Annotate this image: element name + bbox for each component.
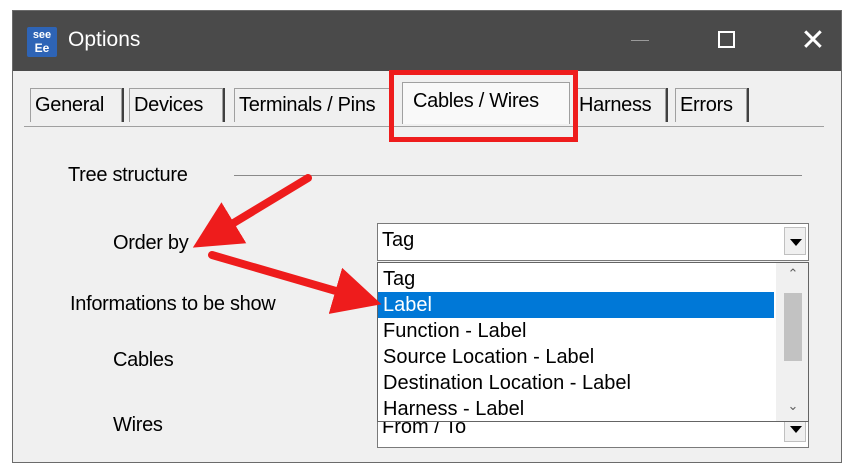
annotation-arrow-to-order-by [192,174,312,248]
annotation-arrow-to-label-option [208,251,382,314]
annotation-arrows [192,174,382,314]
